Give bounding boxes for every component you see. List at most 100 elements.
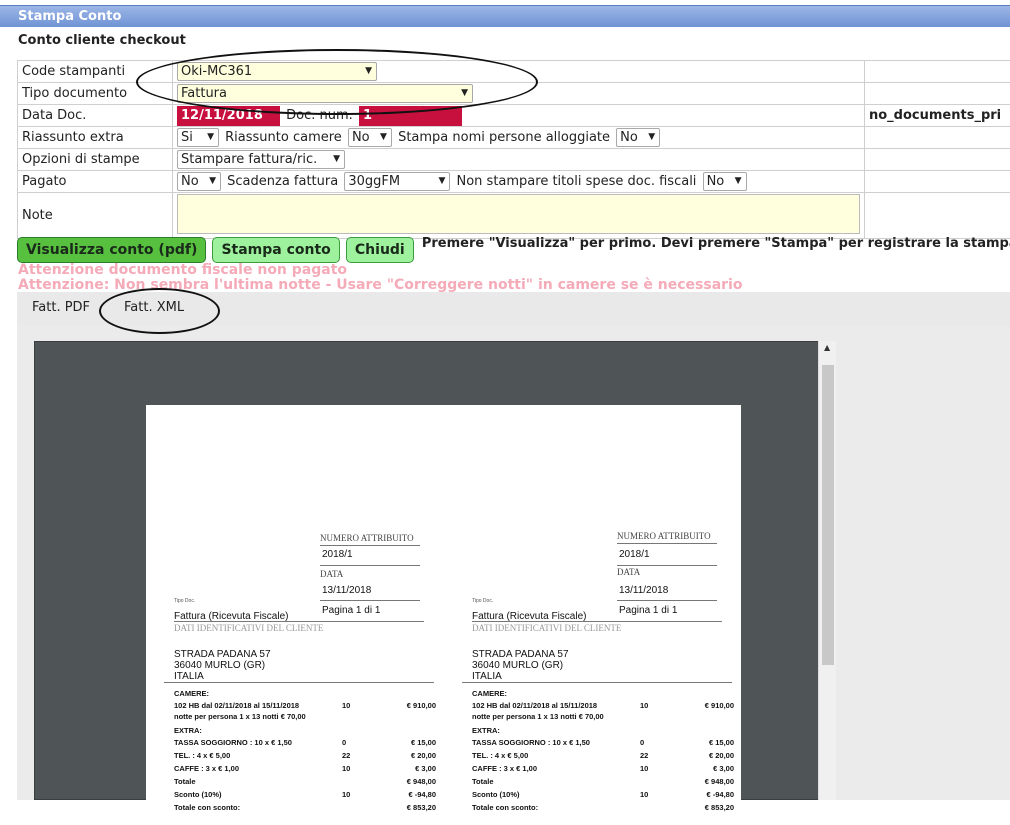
row-amount: € 853,20 [407,803,436,812]
row-description: 102 HB dal 02/11/2018 al 15/11/2018 [472,701,597,710]
chevron-down-icon: ▼ [333,151,340,168]
extra-summary-select[interactable]: Si ▼ [177,128,219,147]
tipo-doc-label: Tipo Doc. [472,598,493,604]
warning-last-night: Attenzione: Non sembra l'ultima notte - … [18,277,742,293]
guest-names-value: No [620,130,638,145]
row-quantity: 10 [342,790,350,799]
no-fiscal-titles-label: Non stampare titoli spese doc. fiscali [457,174,697,189]
row-quantity: 10 [640,790,648,799]
chevron-down-icon: ▼ [207,129,214,146]
row-description: Sconto (10%) [174,790,222,799]
chevron-down-icon: ▼ [648,129,655,146]
divider [164,682,434,683]
doctype-select[interactable]: Fattura ▼ [177,84,473,103]
row-amount: € 20,00 [411,751,436,760]
row-quantity: 10 [640,701,648,710]
guest-names-select[interactable]: No ▼ [616,128,660,147]
row-description: Totale con sconto: [174,803,240,812]
row-description: TASSA SOGGIORNO : 10 x € 1,50 [472,738,590,747]
invoice-copy-right: NUMERO ATTRIBUITO 2018/1 DATA 13/11/2018… [444,405,742,825]
address-line: STRADA PADANA 57 [472,649,569,660]
invoice-due-select[interactable]: 30ggFM ▼ [344,172,450,191]
divider [472,621,722,622]
doctype-select-value: Fattura [181,86,227,101]
paid-select[interactable]: No ▼ [177,172,221,191]
pdf-scrollbar[interactable]: ▲ [818,341,836,800]
date-value: 13/11/2018 [322,585,371,596]
row-amount: € 853,20 [705,803,734,812]
chevron-down-icon: ▼ [735,173,742,190]
note-label: Note [18,193,173,239]
divider [617,543,717,544]
row-amount: € 910,00 [705,701,734,710]
chevron-down-icon: ▼ [209,173,216,190]
date-label: Data Doc. [18,105,173,127]
date-value: 13/11/2018 [619,585,668,596]
page-count: Pagina 1 di 1 [322,605,380,616]
address-line: 36040 MURLO (GR) [472,660,563,671]
page-subtitle: Conto cliente checkout [18,33,186,48]
note-textarea[interactable] [177,194,860,234]
docnum-label: Doc. num. [286,108,353,123]
paid-value: No [181,174,199,189]
view-pdf-button[interactable]: Visualizza conto (pdf) [17,237,206,263]
tab-xml[interactable]: Fatt. XML [124,300,184,315]
scrollbar-thumb[interactable] [822,365,834,665]
paid-label: Pagato [18,171,173,193]
date-label: DATA [320,569,343,579]
row-quantity: 22 [640,751,648,760]
tab-pdf[interactable]: Fatt. PDF [32,300,90,315]
row-amount: € 910,00 [407,701,436,710]
address-line: ITALIA [472,671,502,682]
row-description: Totale con sconto: [472,803,538,812]
num-attr-label: NUMERO ATTRIBUITO [617,531,711,541]
print-options-select[interactable]: Stampare fattura/ric. ▼ [177,150,345,169]
extra-summary-value: Si [181,130,193,145]
rooms-summary-select[interactable]: No ▼ [348,128,392,147]
invoice-due-label: Scadenza fattura [227,174,338,189]
printer-select-value: Oki-MC361 [181,64,252,79]
divider [462,682,732,683]
invoice-tabs: Fatt. PDF Fatt. XML [17,292,1010,325]
print-button[interactable]: Stampa conto [212,237,339,263]
row-amount: € 15,00 [709,738,734,747]
close-button[interactable]: Chiudi [346,237,414,263]
address-line: 36040 MURLO (GR) [174,660,265,671]
invoice-due-value: 30ggFM [348,174,400,189]
divider [617,565,717,566]
row-description: notte per persona 1 x 13 notti € 70,00 [174,712,306,721]
no-fiscal-titles-select[interactable]: No ▼ [703,172,747,191]
print-options-form: Code stampanti Oki-MC361 ▼ Tipo document… [17,60,1010,239]
date-label: DATA [617,567,640,577]
row-amount: € 948,00 [705,777,734,786]
printer-select[interactable]: Oki-MC361 ▼ [177,62,377,81]
chevron-down-icon: ▼ [380,129,387,146]
pdf-canvas: NUMERO ATTRIBUITO 2018/1 DATA 13/11/2018… [34,341,819,800]
row-description: TEL. : 4 x € 5,00 [472,751,528,760]
client-label: DATI IDENTIFICATIVI DEL CLIENTE [472,623,621,633]
no-fiscal-titles-value: No [707,174,725,189]
row-quantity: 10 [342,701,350,710]
row-amount: € 948,00 [407,777,436,786]
warning-unpaid: Attenzione documento fiscale non pagato [18,262,347,278]
row-description: CAMERE: [174,689,209,698]
row-description: CAFFE : 3 x € 1,00 [174,764,239,773]
scroll-up-icon[interactable]: ▲ [824,343,830,352]
row-quantity: 22 [342,751,350,760]
date-input[interactable]: 12/11/2018 [177,106,280,126]
num-attr-value: 2018/1 [322,549,353,560]
page-count: Pagina 1 di 1 [619,605,677,616]
row-description: Sconto (10%) [472,790,520,799]
docnum-input[interactable]: 1 [359,106,462,126]
row-quantity: 0 [640,738,644,747]
row-description: Totale [174,777,196,786]
row-description: EXTRA: [174,726,202,735]
window-title: Stampa Conto [18,9,121,24]
row-description: TEL. : 4 x € 5,00 [174,751,230,760]
row-quantity: 10 [342,764,350,773]
divider [320,565,420,566]
chevron-down-icon: ▼ [365,63,372,80]
no-documents-notice: no_documents_pri [865,105,1010,127]
row-amount: € 20,00 [709,751,734,760]
pdf-viewer: NUMERO ATTRIBUITO 2018/1 DATA 13/11/2018… [17,325,1010,800]
